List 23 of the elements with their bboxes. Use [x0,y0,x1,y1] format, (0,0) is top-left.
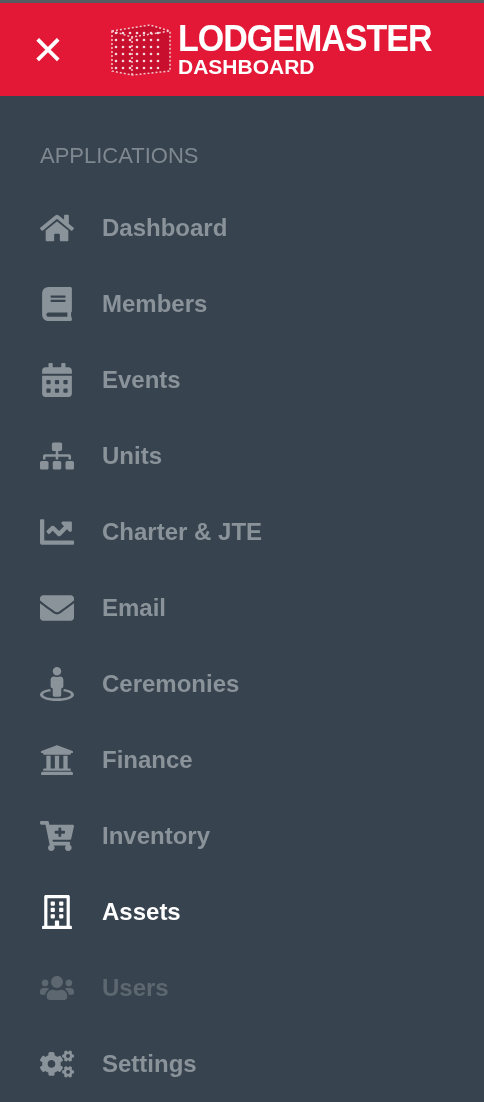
menu-item[interactable]: Units [0,418,484,494]
calendar-icon [40,363,74,397]
logo-icon [110,21,172,78]
section-heading: APPLICATIONS [40,143,200,169]
menu-item[interactable]: Email [0,570,484,646]
menu-item[interactable]: Members [0,266,484,342]
menu-item[interactable]: Assets [0,874,484,950]
close-button[interactable]: × [28,29,68,70]
bank-icon [40,743,74,777]
menu-item[interactable]: Finance [0,722,484,798]
person-icon [40,667,74,701]
cart-icon [40,819,74,853]
book-icon [40,287,74,321]
logo-subtitle: DASHBOARD [178,56,316,79]
menu-item[interactable]: Events [0,342,484,418]
menu-item[interactable]: Charter & JTE [0,494,484,570]
menu-item[interactable]: Ceremonies [0,646,484,722]
menu-item[interactable]: Dashboard [0,190,484,266]
menu-item[interactable]: Settings [0,1026,484,1102]
building-icon [40,895,74,929]
sitemap-icon [40,439,74,473]
logo-title: LODGEMASTER [178,18,432,59]
menu-item[interactable]: Inventory [0,798,484,874]
